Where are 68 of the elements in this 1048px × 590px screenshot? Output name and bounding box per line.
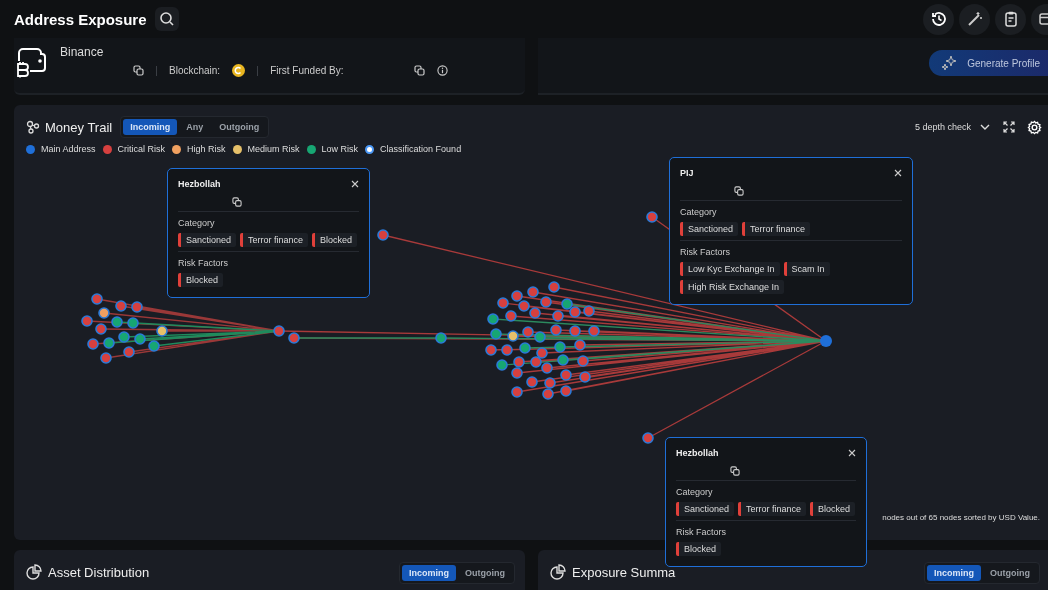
sparkle-icon [941, 55, 958, 71]
pie-chart-icon [550, 564, 566, 580]
node-count-note: nodes out of 65 nodes sorted by USD Value. [882, 513, 1040, 522]
close-icon[interactable] [351, 180, 359, 188]
card-title: Money Trail [45, 119, 113, 135]
info-icon[interactable] [436, 65, 448, 76]
history-button[interactable] [923, 3, 954, 35]
copy-icon[interactable] [730, 466, 740, 476]
card-title: Exposure Summa [572, 564, 676, 580]
generate-profile-button[interactable]: Generate Profile [929, 50, 1048, 76]
close-icon[interactable] [894, 169, 902, 177]
risk-factor-tag: High Risk Exchange In [680, 280, 785, 294]
copy-icon[interactable] [413, 65, 425, 76]
direction-tab[interactable]: Incoming [927, 565, 981, 581]
risk-factor-tag: Scam In [783, 262, 830, 276]
risk-factor-tag: Blocked [676, 542, 722, 556]
category-tag: Terror finance [738, 502, 807, 516]
search-icon [158, 11, 175, 27]
entity-name: PIJ [680, 168, 694, 178]
legend-label: Low Risk [321, 144, 359, 154]
fullscreen-icon[interactable] [1003, 121, 1015, 133]
section-label: Risk Factors [680, 247, 731, 257]
section-label: Risk Factors [676, 527, 727, 537]
risk-factor-tag: Low Kyc Exchange In [680, 262, 780, 276]
entity-name: Hezbollah [676, 448, 719, 458]
category-tag: Blocked [312, 233, 358, 247]
magic-wand-button[interactable] [959, 3, 990, 35]
section-label: Risk Factors [178, 258, 229, 268]
settings-icon[interactable] [1027, 119, 1042, 135]
clipboard-button[interactable] [995, 3, 1026, 35]
legend-label: Critical Risk [117, 144, 166, 154]
category-tag: Blocked [810, 502, 856, 516]
direction-tab[interactable]: Outgoing [983, 565, 1037, 581]
category-tag: Sanctioned [178, 233, 237, 247]
category-tag: Terror finance [742, 222, 811, 236]
direction-tab[interactable]: Any [179, 119, 211, 135]
copy-icon[interactable] [133, 65, 144, 76]
legend-label: Classification Found [380, 144, 462, 154]
legend-label: Medium Risk [247, 144, 300, 154]
entity-name: Hezbollah [178, 179, 221, 189]
category-tag: Sanctioned [680, 222, 739, 236]
copy-icon[interactable] [232, 197, 242, 207]
direction-tab[interactable]: Incoming [402, 565, 456, 581]
copy-icon[interactable] [734, 186, 744, 196]
legend-label: Main Address [41, 144, 96, 154]
blockchain-label: Blockchain: [169, 65, 221, 76]
money-trail-icon [26, 120, 40, 134]
close-icon[interactable] [848, 449, 856, 457]
depth-dropdown[interactable]: 5 depth check [914, 121, 991, 133]
profile-name: Binance [60, 45, 105, 59]
legend-label: High Risk [187, 144, 226, 154]
coin-icon [232, 64, 246, 77]
category-tag: Sanctioned [676, 502, 735, 516]
history-icon [929, 10, 948, 28]
pie-chart-icon [26, 564, 42, 580]
section-label: Category [178, 218, 216, 228]
direction-tab[interactable]: Outgoing [458, 565, 512, 581]
category-tag: Terror finance [240, 233, 309, 247]
card-title: Asset Distribution [48, 564, 150, 580]
page-title: Address Exposure [14, 10, 147, 28]
graph-nodes[interactable] [81, 211, 832, 444]
section-label: Category [680, 207, 718, 217]
direction-tab[interactable]: Outgoing [212, 119, 267, 135]
section-label: Category [676, 487, 714, 497]
first-funded-label: First Funded By: [270, 65, 344, 76]
direction-tab[interactable]: Incoming [123, 119, 178, 135]
risk-factor-tag: Blocked [178, 273, 224, 287]
search-button[interactable] [154, 7, 179, 31]
